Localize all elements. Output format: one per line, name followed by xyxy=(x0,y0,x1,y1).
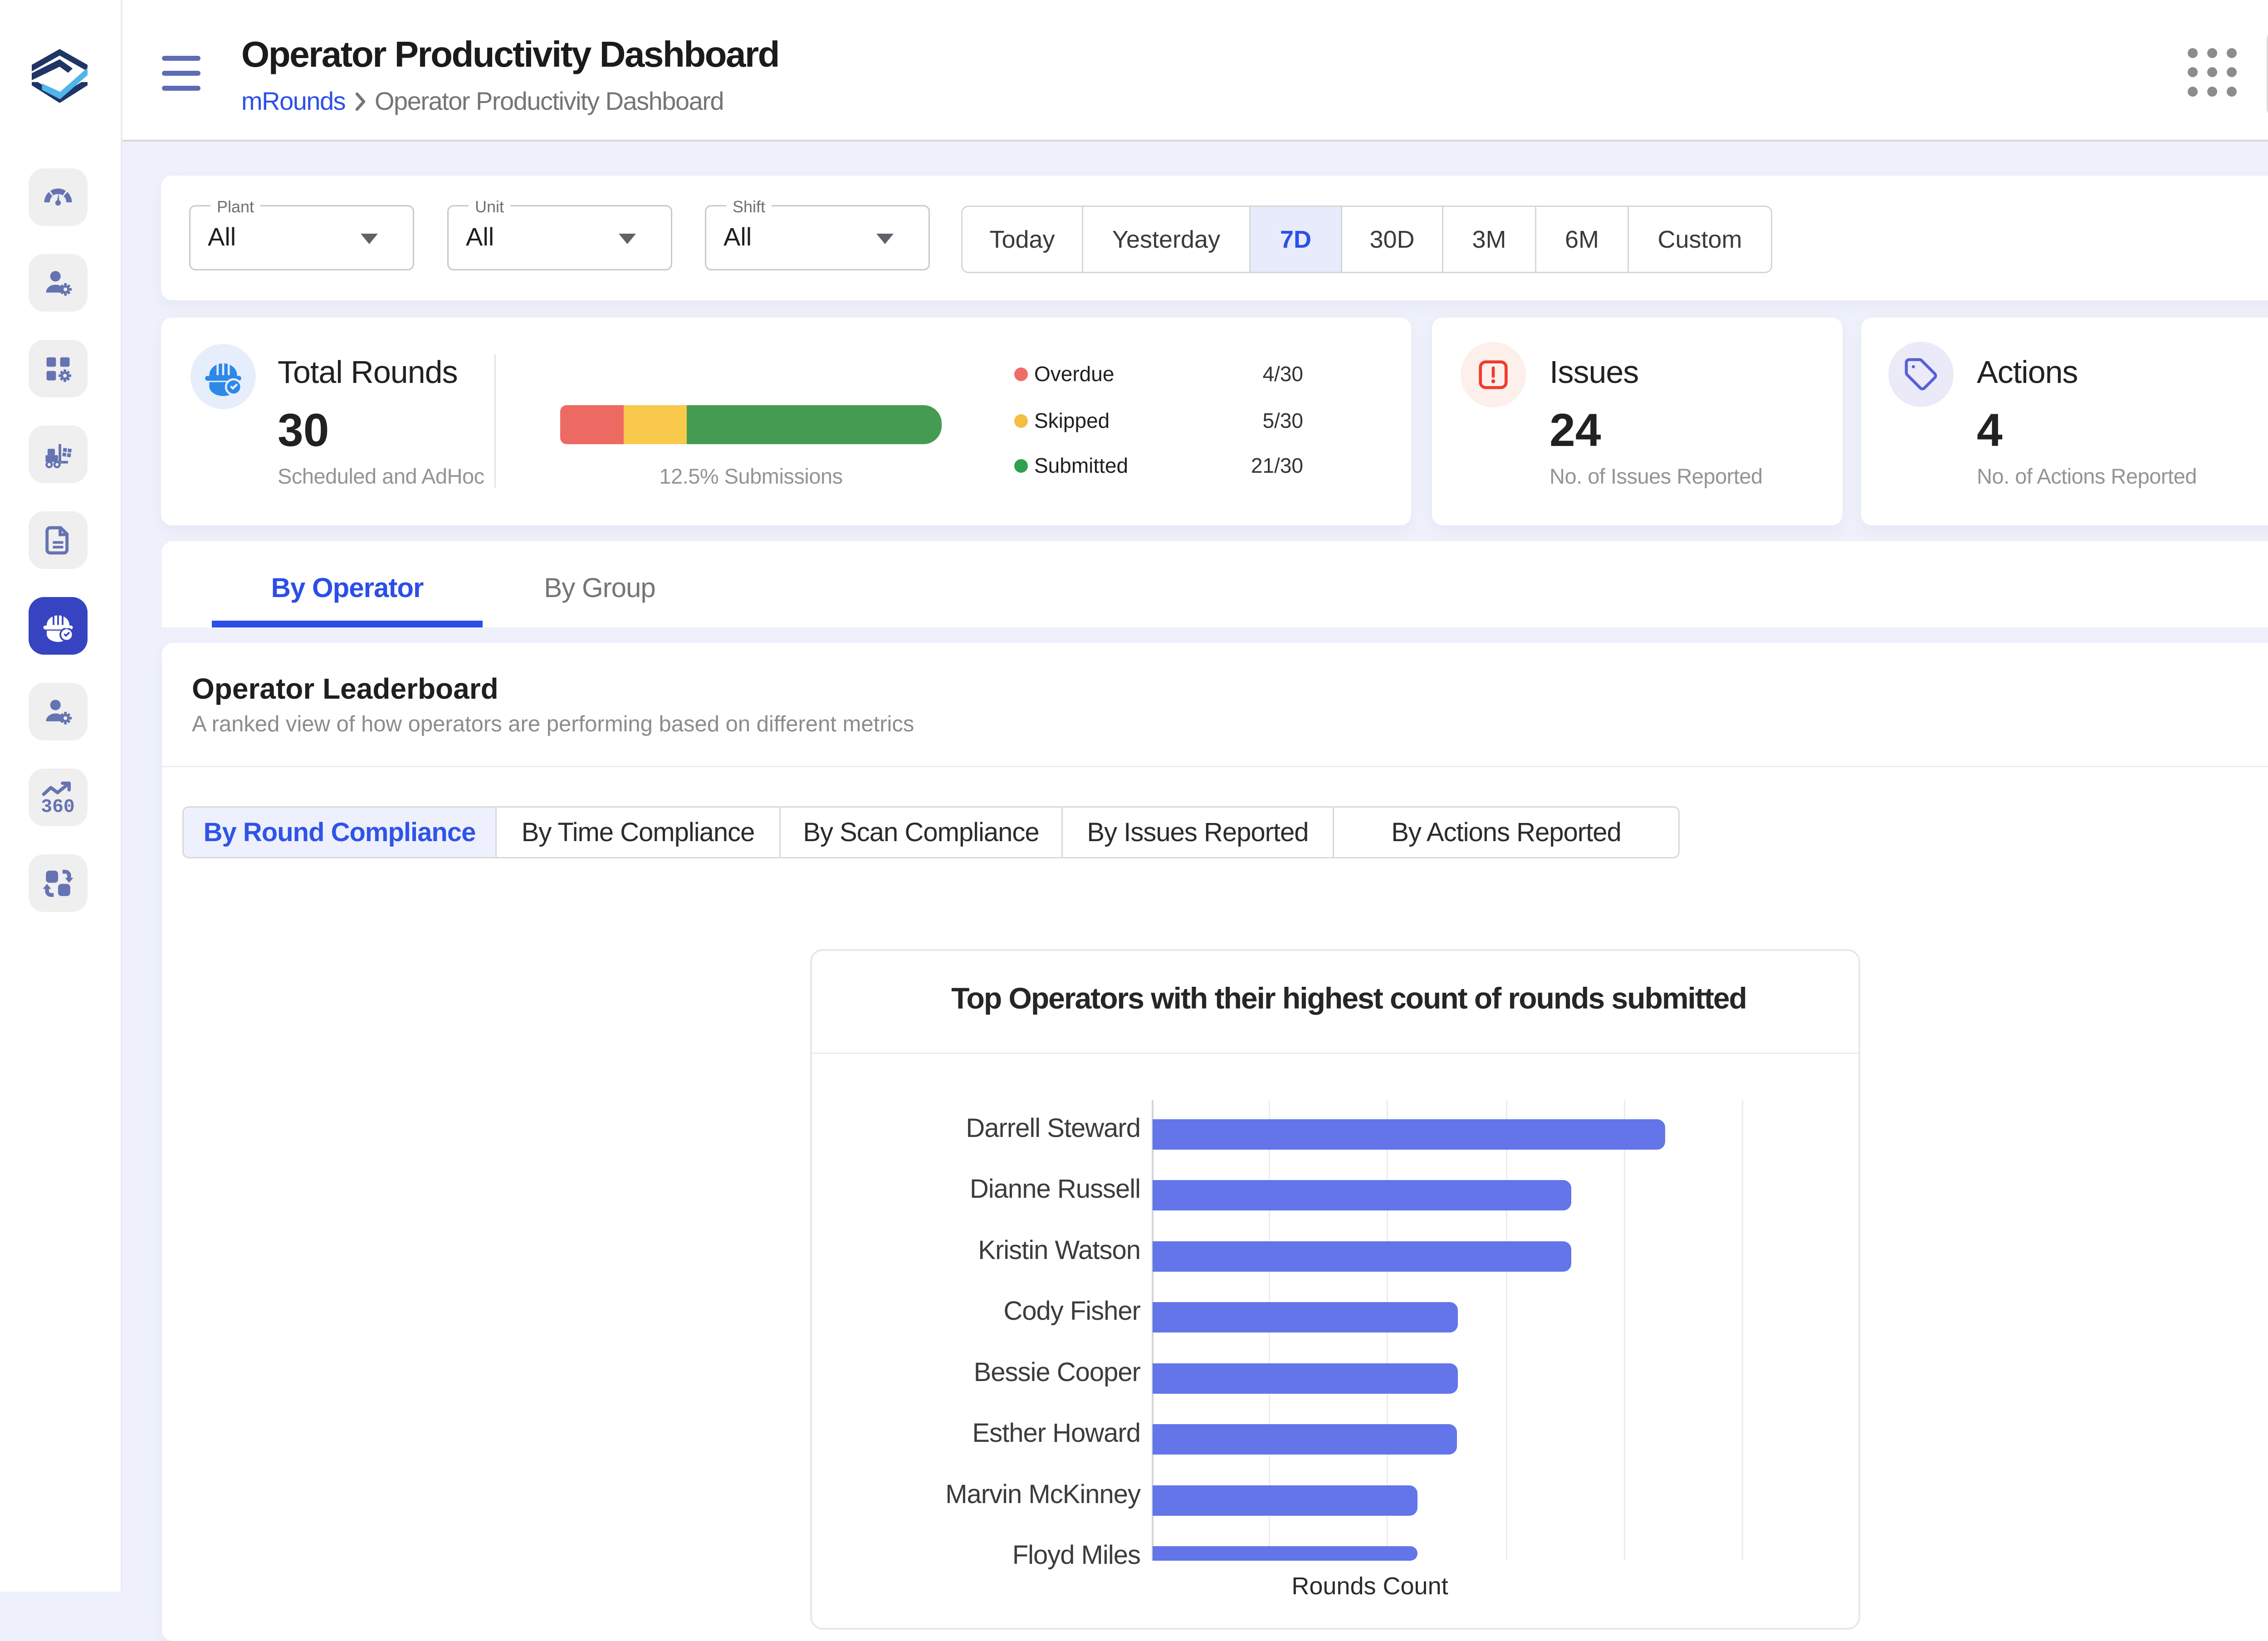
svg-text:360: 360 xyxy=(41,797,75,815)
